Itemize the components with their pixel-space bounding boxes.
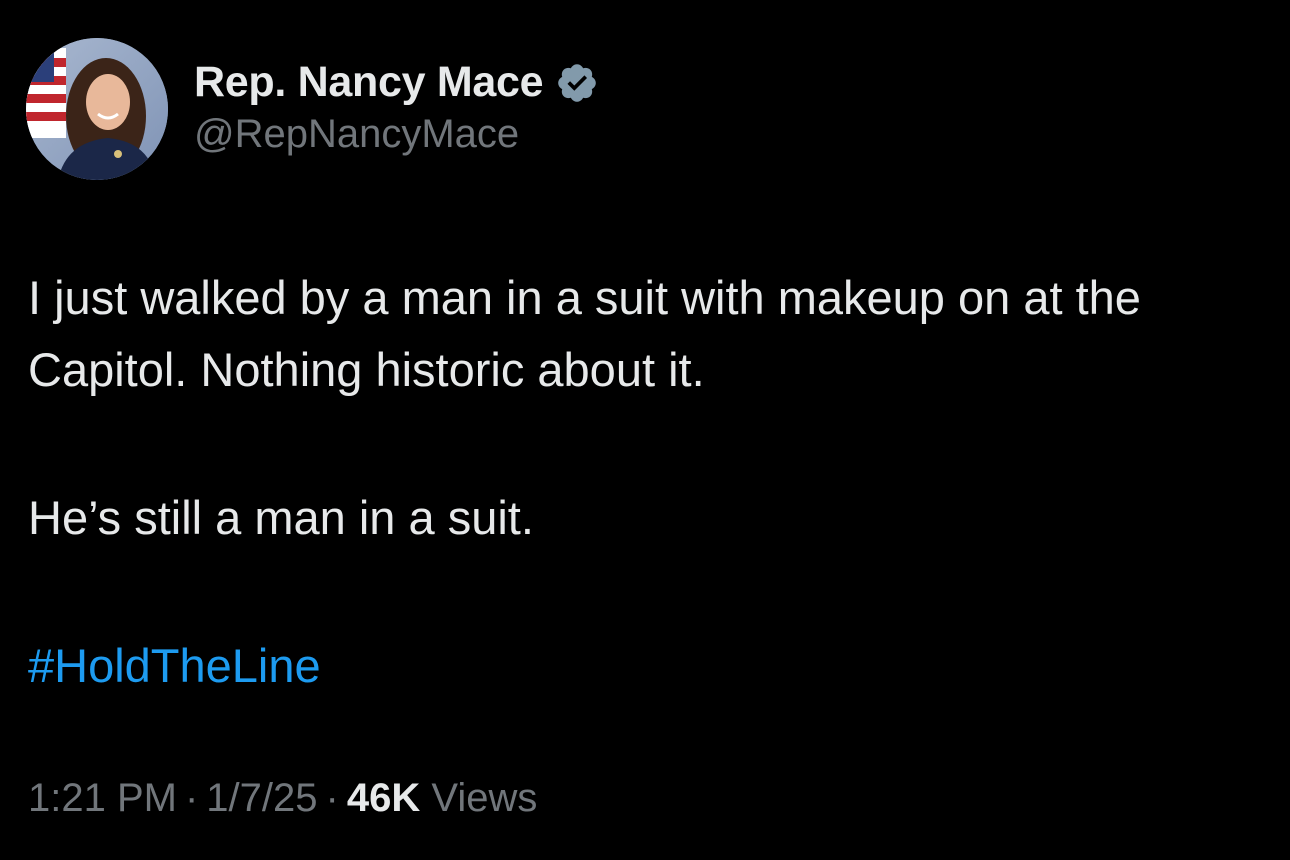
tweet-header: Rep. Nancy Mace @RepNancyMace [26,38,599,180]
meta-separator: · [184,776,199,820]
tweet-time[interactable]: 1:21 PM [28,776,177,820]
avatar[interactable] [26,38,168,180]
hashtag-link[interactable]: #HoldTheLine [28,639,321,692]
verified-badge-icon[interactable] [555,61,599,105]
hashtag-paragraph: #HoldTheLine [28,630,1268,702]
tweet-body: I just walked by a man in a suit with ma… [28,262,1268,702]
avatar-image [26,38,168,180]
name-row: Rep. Nancy Mace [194,54,599,112]
tweet-text-paragraph-1: I just walked by a man in a suit with ma… [28,271,1141,396]
author-display-name[interactable]: Rep. Nancy Mace [194,58,544,107]
tweet-date[interactable]: 1/7/25 [206,776,317,820]
views-count[interactable]: 46K [347,776,420,820]
author-identity: Rep. Nancy Mace @RepNancyMace [194,54,599,157]
views-label[interactable]: Views [431,776,537,820]
author-handle[interactable]: @RepNancyMace [194,112,599,157]
tweet-meta: 1:21 PM · 1/7/25 · 46K Views [28,776,537,821]
meta-separator: · [325,776,339,820]
tweet-text-paragraph-2: He’s still a man in a suit. [28,491,534,544]
